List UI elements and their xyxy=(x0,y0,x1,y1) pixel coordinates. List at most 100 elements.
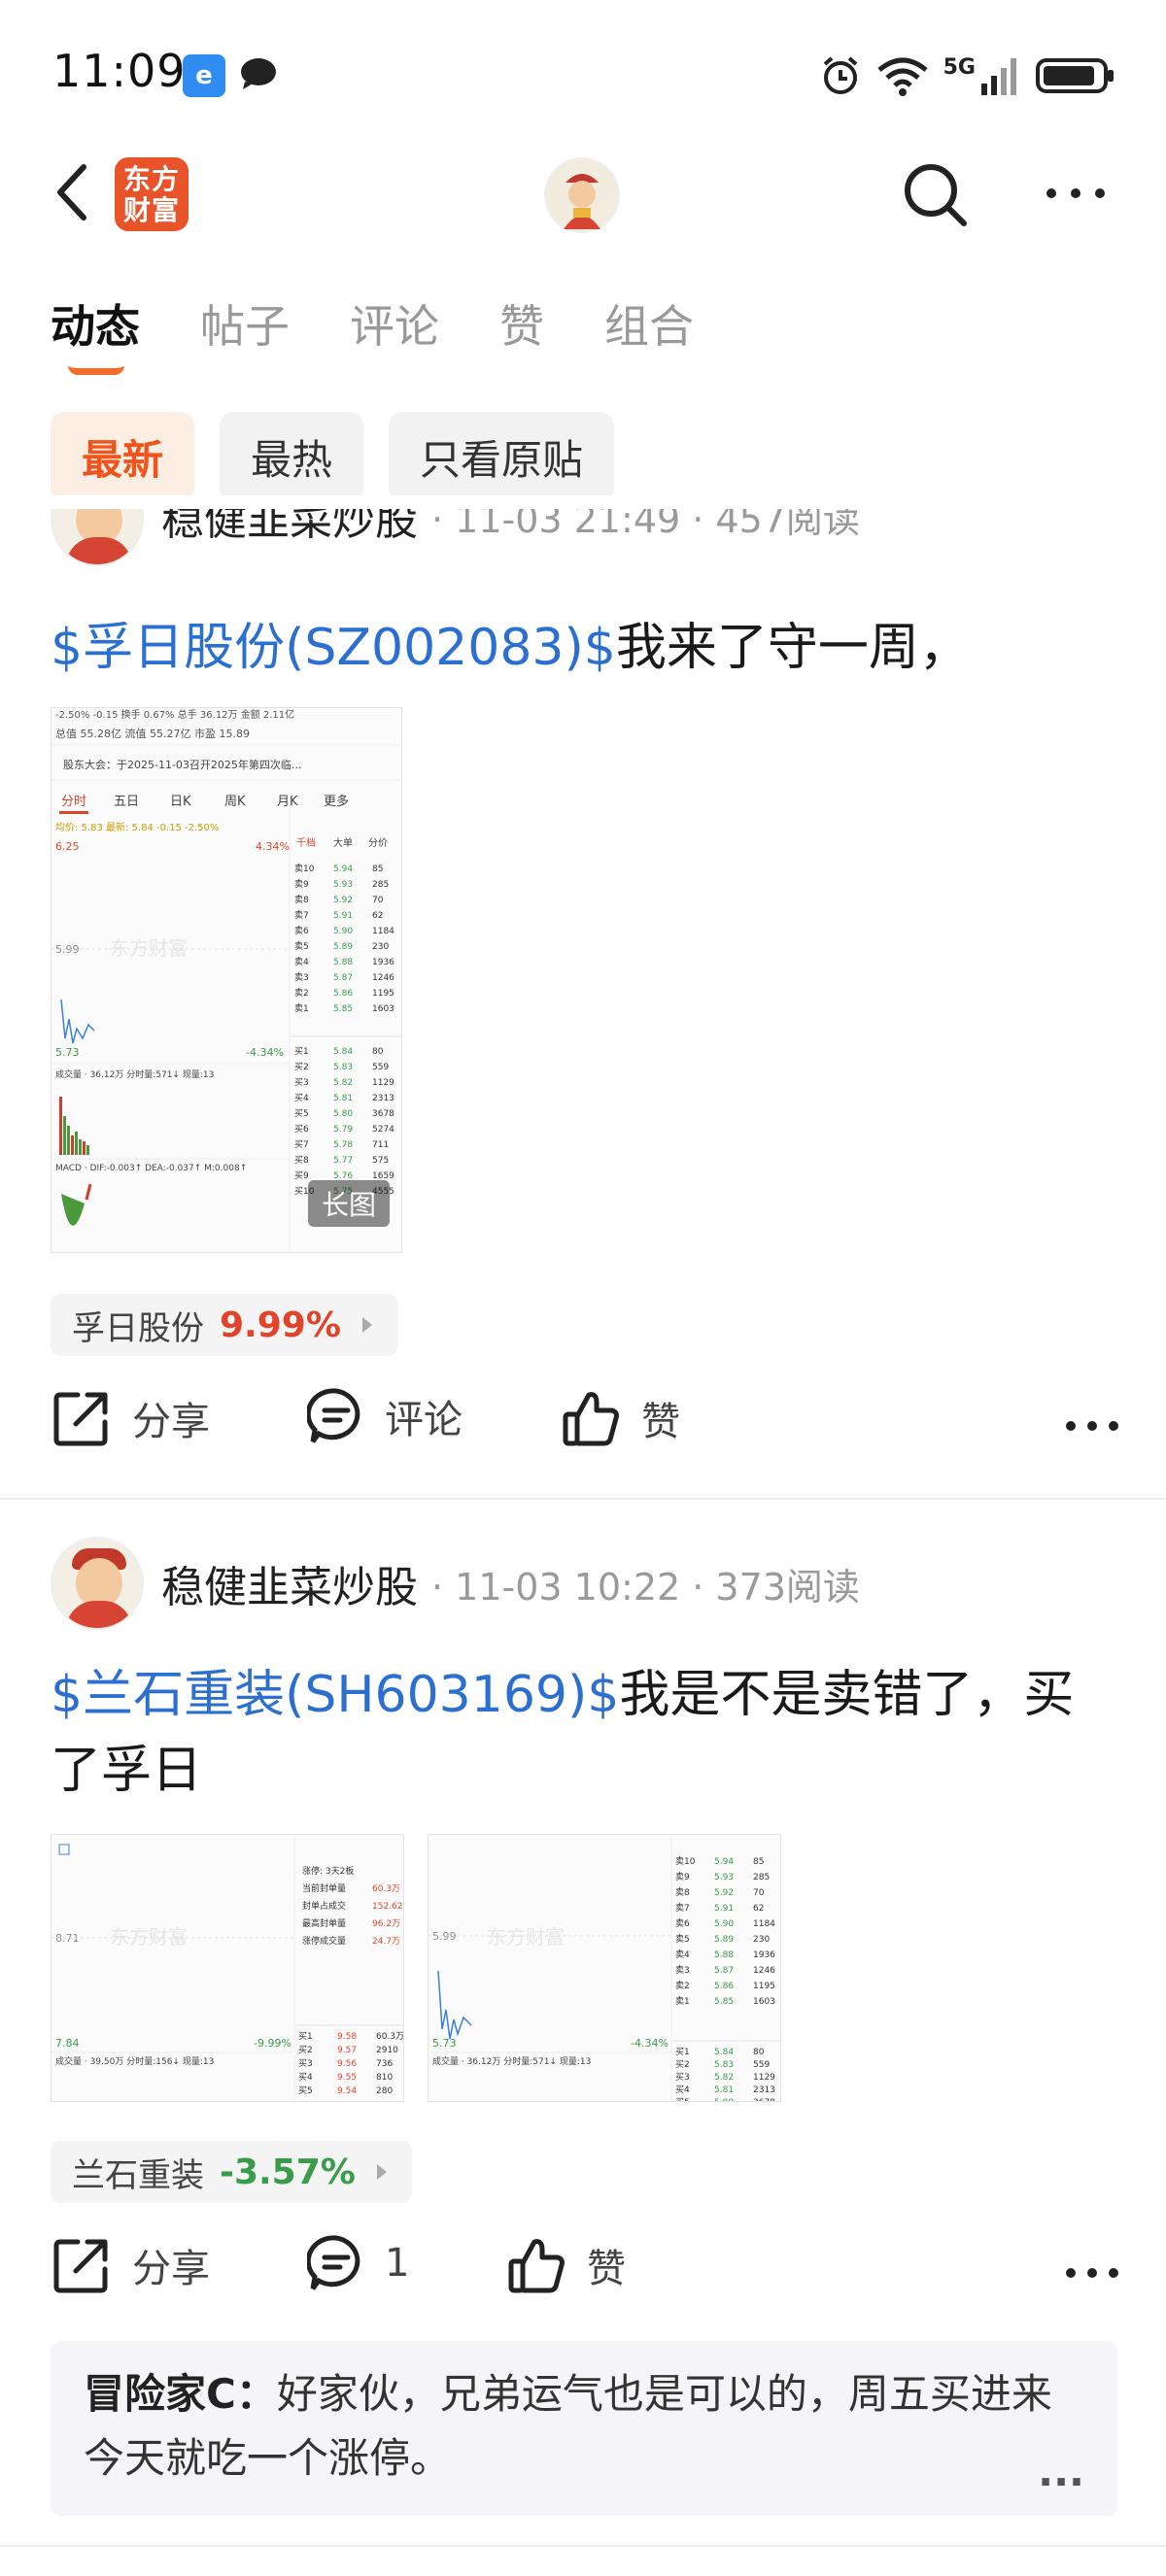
order-book-cell: 买4 xyxy=(675,2085,690,2095)
c1-tab: 分时 xyxy=(61,795,86,809)
c2b-lo: 5.73 xyxy=(432,2037,457,2050)
tab-comments[interactable]: 评论 xyxy=(350,291,439,369)
tab-posts[interactable]: 帖子 xyxy=(200,291,290,369)
c1-volume-bars xyxy=(59,1097,89,1155)
bottom-divider xyxy=(0,2545,1166,2547)
order-book-cell: 5.93 xyxy=(714,1873,734,1882)
stock-link[interactable]: $孚日股份(SZ002083)$ xyxy=(51,619,616,677)
stock-link[interactable]: $兰石重装(SH603169)$ xyxy=(51,1666,619,1724)
order-book-cell: 5.87 xyxy=(333,973,353,983)
order-book-cell: 80 xyxy=(753,2048,765,2057)
comment-more[interactable]: ... xyxy=(1038,2440,1084,2504)
filter-latest[interactable]: 最新 xyxy=(51,412,195,501)
order-book-cell: 5.84 xyxy=(714,2048,734,2057)
post-meta: · 11-03 10:22 · 373阅读 xyxy=(431,1565,860,1609)
network-type: 5G xyxy=(943,54,976,80)
order-book-cell: 70 xyxy=(372,896,384,905)
order-book-cell: 买4 xyxy=(294,1093,309,1103)
order-book-cell: 卖10 xyxy=(675,1856,696,1867)
comment-button[interactable]: 评论 xyxy=(307,1387,463,1445)
tab-portfolio[interactable]: 组合 xyxy=(604,291,694,369)
order-book-cell: 买2 xyxy=(675,2059,690,2070)
order-book-cell: 1603 xyxy=(372,1004,394,1014)
more-options-icon[interactable] xyxy=(1044,179,1108,208)
c1-pct-hi: 4.34% xyxy=(256,840,290,853)
c2a-volume: 成交量 · 39.50万 分时量:156↓ 现量:13 xyxy=(55,2055,214,2067)
order-book-cell: 736 xyxy=(376,2059,393,2069)
comment-preview[interactable]: 冒险家C：好家伙，兄弟运气也是可以的，周五买进来今天就吃一个涨停。 ... xyxy=(51,2341,1117,2516)
share-label: 分享 xyxy=(132,2247,210,2291)
order-book-cell: 买5 xyxy=(298,2085,313,2096)
wifi-icon xyxy=(877,57,928,96)
status-time: 11:09 xyxy=(52,45,187,97)
post-1-stock-tag[interactable]: 孚日股份 9.99% xyxy=(51,1294,397,1356)
order-book-cell: 卖10 xyxy=(294,864,315,874)
c1-pct-lo: -4.34% xyxy=(246,1046,284,1059)
comment-author[interactable]: 冒险家C： xyxy=(84,2370,277,2418)
c1-avg-line: 均价: 5.83 最新: 5.84 -0.15 -2.50% xyxy=(55,821,219,833)
search-icon[interactable] xyxy=(900,159,970,229)
c1-tab-right: 分价 xyxy=(368,837,388,849)
order-book-cell: 5.94 xyxy=(714,1857,734,1867)
thumbs-up-icon xyxy=(508,2239,565,2293)
back-arrow-icon[interactable] xyxy=(49,157,97,227)
post-1-image[interactable]: -2.50% -0.15 换手 0.67% 总手 36.12万 金额 2.11亿… xyxy=(51,707,402,1253)
order-book-cell: 买8 xyxy=(294,1155,309,1166)
order-book-cell: 1184 xyxy=(753,1919,775,1929)
thumbs-up-icon xyxy=(563,1392,619,1446)
watermark: 东方财富 xyxy=(110,1925,188,1949)
share-button[interactable]: 分享 xyxy=(51,2234,210,2296)
watermark: 东方财富 xyxy=(487,1925,565,1949)
order-book-cell: 买7 xyxy=(294,1139,309,1150)
share-button[interactable]: 分享 xyxy=(51,1387,210,1449)
c1-tab: 五日 xyxy=(114,795,139,809)
tab-likes[interactable]: 赞 xyxy=(499,291,544,369)
order-book-cell: 3678 xyxy=(753,2098,775,2102)
order-book-cell: 9.56 xyxy=(337,2059,357,2069)
stock-tag-name: 孚日股份 xyxy=(72,1308,204,1348)
order-book-cell: 80 xyxy=(372,1047,384,1057)
order-book-cell: 1129 xyxy=(753,2073,775,2083)
order-book-cell: 575 xyxy=(372,1156,389,1166)
tab-dynamic[interactable]: 动态 xyxy=(51,291,140,375)
post-more-icon[interactable] xyxy=(1065,2263,1119,2283)
app-logo[interactable]: 东方财富 xyxy=(115,157,189,231)
order-book-cell: 卖3 xyxy=(294,972,309,983)
comment-button[interactable]: 1 xyxy=(307,2234,409,2292)
avatar[interactable] xyxy=(51,1537,144,1630)
filter-hottest[interactable]: 最热 xyxy=(220,412,364,501)
like-button[interactable]: 赞 xyxy=(505,2234,626,2296)
post-body: 我来了守一周， xyxy=(615,619,970,677)
order-book-cell: 9.54 xyxy=(337,2086,357,2096)
post-2-stock-tag[interactable]: 兰石重装 -3.57% xyxy=(51,2141,412,2203)
filter-original-only[interactable]: 只看原贴 xyxy=(389,412,615,501)
c1-sell-book: 卖10 5.94 85 卖9 5.93 285 卖8 5.92 70 卖7 5.91 62 卖6 5.90… xyxy=(294,864,394,1014)
order-book-cell: 5.90 xyxy=(333,927,353,936)
order-book-cell: 85 xyxy=(372,864,383,874)
order-book-cell: 1129 xyxy=(372,1078,394,1088)
post-1-text: $孚日股份(SZ002083)$我来了守一周， xyxy=(51,610,1119,686)
post-2-image-2[interactable]: 5.99 东方财富 5.73 -4.34% 成交量 · 36.12万 分时量:5… xyxy=(428,1834,781,2102)
post-1-actions: 分享 评论 赞 xyxy=(51,1387,1119,1465)
order-book-cell: 280 xyxy=(376,2086,393,2096)
order-book-cell: 买2 xyxy=(298,2045,313,2055)
order-book-cell: 3678 xyxy=(372,1109,394,1119)
limit-panel-cell: 60.3万 xyxy=(372,1884,400,1894)
active-tab-indicator xyxy=(68,365,124,375)
order-book-cell: 卖4 xyxy=(294,957,309,967)
c1-tab-right: 大单 xyxy=(333,836,353,849)
order-book-cell: 5.77 xyxy=(333,1156,353,1166)
c1-price-lo: 5.73 xyxy=(55,1046,80,1059)
profile-avatar[interactable] xyxy=(544,157,620,233)
long-image-badge: 长图 xyxy=(307,1180,390,1227)
order-book-cell: 买1 xyxy=(294,1046,309,1057)
order-book-cell: 买6 xyxy=(294,1124,309,1135)
post-author[interactable]: 稳健韭菜炒股 xyxy=(161,1552,418,1614)
like-button[interactable]: 赞 xyxy=(560,1387,680,1449)
post-2-actions: 分享 1 赞 xyxy=(51,2234,1119,2312)
post-more-icon[interactable] xyxy=(1065,1416,1119,1436)
c1-notice: 股东大会：于2025-11-03召开2025年第四次临... xyxy=(63,758,301,771)
comment-icon xyxy=(307,2235,360,2290)
post-2-image-1[interactable]: 8.71 东方财富 7.84 -9.99% 成交量 · 39.50万 分时量:1… xyxy=(51,1834,404,2102)
c1-buy-book: 买1 5.84 80 买2 5.83 559 买3 5.82 1129 买4 5.81 2313 买5 5… xyxy=(294,1046,394,1197)
